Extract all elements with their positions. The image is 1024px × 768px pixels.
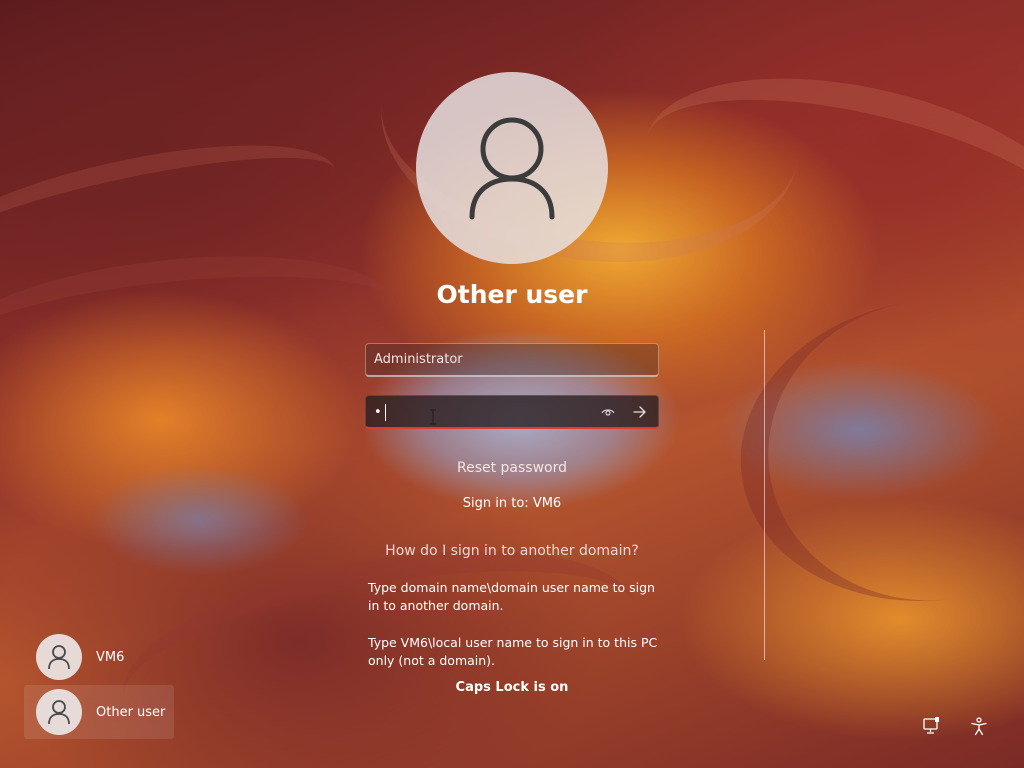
network-icon (923, 717, 939, 734)
wallpaper-swirl (0, 236, 407, 426)
lock-screen: Other user Reset password Sign in to: VM… (0, 0, 1024, 768)
reveal-password-button[interactable] (595, 399, 621, 425)
vertical-divider (764, 330, 765, 660)
eye-icon (601, 409, 615, 416)
user-tile-other-user[interactable]: Other user (24, 685, 174, 739)
submit-button[interactable] (627, 399, 653, 425)
domain-help-text: Type domain name\domain user name to sig… (368, 580, 655, 613)
user-icon (48, 700, 70, 725)
local-user-help-text: Type VM6\local user name to sign in to t… (368, 635, 658, 668)
wallpaper-swirl (0, 117, 347, 311)
avatar (36, 689, 82, 735)
wallpaper-swirl (721, 274, 1024, 626)
user-tile-vm6[interactable]: VM6 (24, 630, 174, 684)
caps-lock-warning: Caps Lock is on (455, 680, 569, 695)
sign-in-to-label: Sign in to: VM6 (462, 496, 562, 511)
password-input[interactable] (366, 396, 592, 428)
avatar (36, 634, 82, 680)
domain-help-link[interactable]: How do I sign in to another domain? (312, 543, 712, 559)
password-field[interactable] (365, 395, 659, 429)
username-input[interactable] (366, 344, 658, 375)
user-avatar (416, 72, 608, 264)
network-button[interactable] (918, 713, 944, 739)
user-icon (469, 117, 555, 220)
username-field[interactable] (365, 343, 659, 377)
text-caret (385, 404, 386, 421)
accessibility-icon (971, 717, 987, 736)
user-tile-label: Other user (96, 704, 166, 720)
reset-password-link[interactable]: Reset password (312, 460, 712, 476)
accessibility-button[interactable] (966, 713, 992, 739)
user-tile-label: VM6 (96, 649, 125, 665)
user-name-title: Other user (436, 280, 588, 309)
user-icon (48, 645, 70, 670)
arrow-right-icon (633, 406, 646, 418)
